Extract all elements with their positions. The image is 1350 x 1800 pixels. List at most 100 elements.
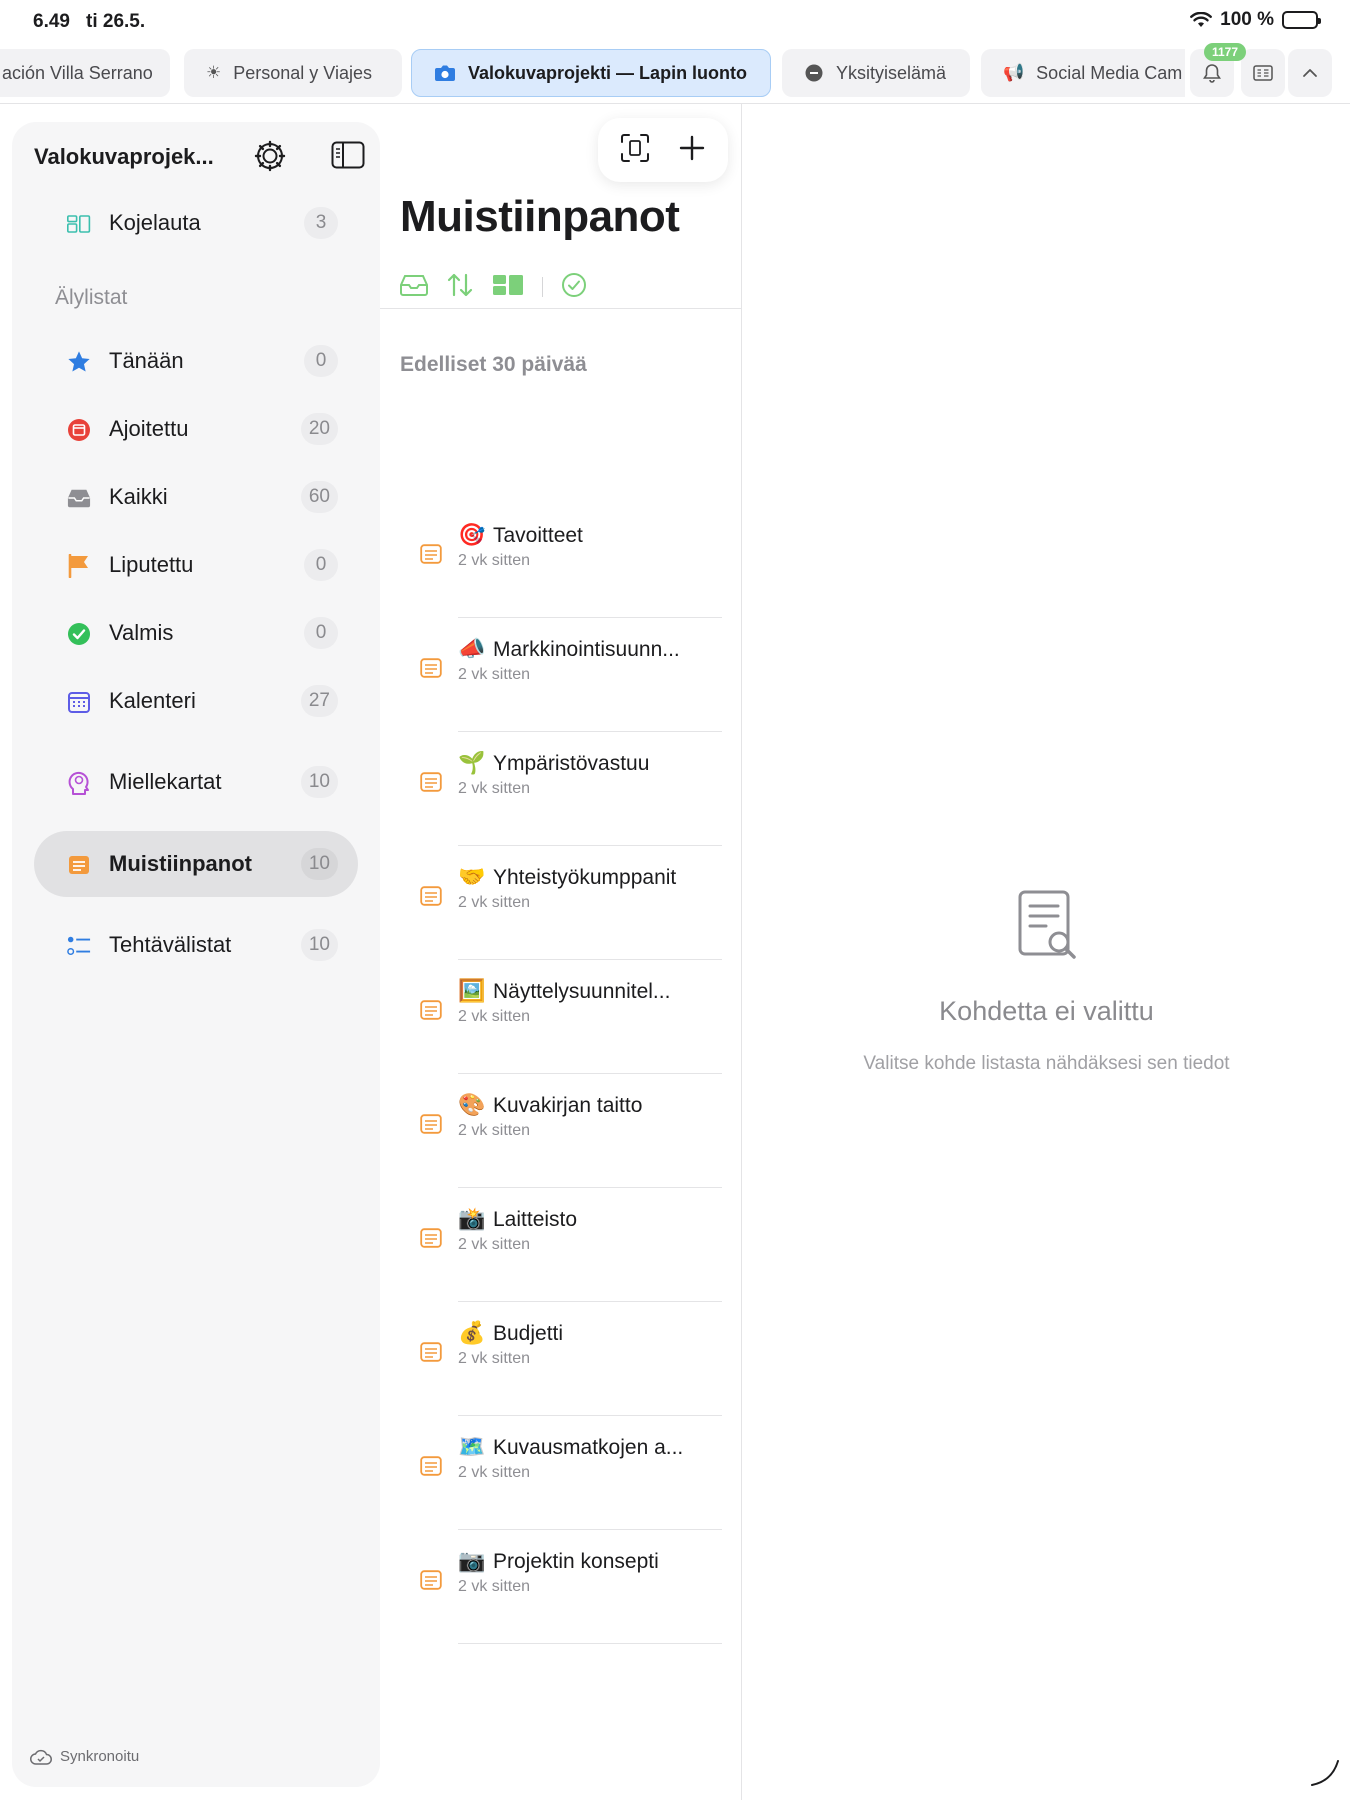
plus-icon xyxy=(679,135,705,160)
note-icon xyxy=(420,544,442,569)
project-title[interactable]: Valokuvaprojek... xyxy=(34,144,242,170)
filter-bar xyxy=(400,270,587,304)
note-emoji: 📷 xyxy=(458,1548,486,1573)
note-timestamp: 2 vk sitten xyxy=(458,1122,531,1139)
page-title: Muistiinpanot xyxy=(400,192,680,241)
sidebar-item-count: 0 xyxy=(304,549,338,581)
sidebar-item-today[interactable]: Tänään 0 xyxy=(34,328,358,394)
status-right: 100 % xyxy=(1190,9,1321,31)
tab-label: Yksityiselämä xyxy=(836,62,947,83)
sidebar-item-checklists[interactable]: Tehtävälistat 10 xyxy=(34,912,358,978)
note-emoji: 💰 xyxy=(458,1320,486,1345)
sync-label: Synkronoitu xyxy=(60,1748,140,1765)
sidebar-item-all[interactable]: Kaikki 60 xyxy=(34,464,358,530)
sort-button[interactable] xyxy=(446,273,474,302)
wifi-icon xyxy=(1190,12,1213,27)
sidebar-item-count: 0 xyxy=(304,617,338,649)
note-list-item[interactable]: 🎯 Tavoitteet 2 vk sitten xyxy=(380,504,742,618)
add-note-button[interactable] xyxy=(678,134,706,167)
check-circle-icon xyxy=(562,272,586,297)
tab-label: Valokuvaprojekti — Lapin luonto xyxy=(468,62,748,83)
tray-icon xyxy=(400,274,428,296)
grid-layout-icon xyxy=(493,274,523,295)
sidebar-item-flagged[interactable]: Liputettu 0 xyxy=(34,532,358,598)
note-list-item[interactable]: 📣 Markkinointisuunn... 2 vk sitten xyxy=(380,618,742,732)
notes-list-column: Muistiinpanot Edelliset 30 päivää 🎯 Tavoi… xyxy=(380,104,742,1800)
note-list-item[interactable]: 🎨 Kuvakirjan taitto 2 vk sitten xyxy=(380,1074,742,1188)
row-divider xyxy=(458,1643,722,1644)
note-list-item[interactable]: 🗺️ Kuvausmatkojen a... 2 vk sitten xyxy=(380,1416,742,1530)
note-list-item[interactable]: 📸 Laitteisto 2 vk sitten xyxy=(380,1188,742,1302)
sidebar-item-done[interactable]: Valmis 0 xyxy=(34,600,358,666)
battery-icon xyxy=(1282,11,1321,29)
chat-icon xyxy=(805,64,823,82)
scheduled-icon xyxy=(67,418,91,442)
note-title: Kuvausmatkojen a... xyxy=(493,1436,684,1459)
settings-button[interactable] xyxy=(254,140,286,177)
tab-social-media[interactable]: 📢 Social Media Cam xyxy=(981,49,1185,97)
note-list-item[interactable]: 💰 Budjetti 2 vk sitten xyxy=(380,1302,742,1416)
tray-icon xyxy=(67,486,91,510)
note-timestamp: 2 vk sitten xyxy=(458,780,531,797)
sidebar-item-scheduled[interactable]: Ajoitettu 20 xyxy=(34,396,358,462)
note-timestamp: 2 vk sitten xyxy=(458,1236,531,1253)
note-emoji: 🎯 xyxy=(458,522,486,547)
note-icon xyxy=(420,772,442,797)
sidebar-item-label: Kaikki xyxy=(109,484,168,509)
note-icon xyxy=(420,1000,442,1025)
note-icon xyxy=(420,1342,442,1367)
note-list-item[interactable]: 🌱 Ympäristövastuu 2 vk sitten xyxy=(380,732,742,846)
tab-yksityiselama[interactable]: Yksityiselämä xyxy=(782,49,970,97)
status-date: ti 26.5. xyxy=(86,11,146,32)
sidebar-item-count: 60 xyxy=(300,481,338,513)
note-title: Budjetti xyxy=(493,1322,564,1345)
star-icon xyxy=(67,350,91,374)
notification-count-badge: 1177 xyxy=(1204,43,1247,61)
scan-document-button[interactable] xyxy=(620,133,650,168)
sidebar-item-count: 10 xyxy=(300,848,338,880)
toggle-sidebar-button[interactable] xyxy=(331,141,365,174)
reader-button[interactable] xyxy=(1241,49,1285,97)
sync-status: Synkronoitu xyxy=(30,1748,139,1765)
note-list-item[interactable]: 🤝 Yhteistyökumppanit 2 vk sitten xyxy=(380,846,742,960)
scan-icon xyxy=(621,133,649,162)
checklist-icon xyxy=(67,934,91,958)
tab-valokuvaprojekti[interactable]: Valokuvaprojekti — Lapin luonto xyxy=(411,49,771,97)
sidebar-item-label: Kalenteri xyxy=(109,688,196,713)
sidebar-item-label: Kojelauta xyxy=(109,210,201,235)
note-title: Yhteistyökumppanit xyxy=(493,866,677,889)
note-timestamp: 2 vk sitten xyxy=(458,552,531,569)
tab-personal-viajes[interactable]: ☀ Personal y Viajes xyxy=(184,49,402,97)
sidebar-item-count: 3 xyxy=(304,207,338,239)
tab-villa-serrano[interactable]: ación Villa Serrano xyxy=(0,49,170,97)
note-emoji: 🗺️ xyxy=(458,1434,486,1459)
chevron-up-icon xyxy=(1303,69,1317,77)
sidebar-item-mindmaps[interactable]: Miellekartat 10 xyxy=(34,749,358,815)
note-title: Laitteisto xyxy=(493,1208,578,1231)
empty-state-subtitle: Valitse kohde listasta nähdäksesi sen ti… xyxy=(863,1053,1230,1074)
sun-icon: ☀ xyxy=(206,63,222,82)
status-bar: 6.49 ti 26.5. 100 % xyxy=(0,0,1350,44)
note-icon xyxy=(420,1570,442,1595)
resize-handle-icon[interactable] xyxy=(1308,1755,1342,1794)
note-list-item[interactable]: 📷 Projektin konsepti 2 vk sitten xyxy=(380,1530,742,1644)
note-list-item[interactable]: 🖼️ Näyttelysuunnitel... 2 vk sitten xyxy=(380,960,742,1074)
document-search-icon xyxy=(1018,890,1078,969)
show-completed-button[interactable] xyxy=(561,272,587,303)
sidebar-item-label: Tehtävälistat xyxy=(109,932,232,957)
note-icon xyxy=(420,886,442,911)
layout-button[interactable] xyxy=(492,274,524,301)
sidebar: Valokuvaprojek... Kojelauta 3 Älylistat … xyxy=(12,122,380,1787)
sidebar-item-calendar[interactable]: Kalenteri 27 xyxy=(34,668,358,734)
calendar-icon xyxy=(67,690,91,714)
collapse-tabs-button[interactable] xyxy=(1288,49,1332,97)
note-title: Projektin konsepti xyxy=(493,1550,659,1573)
note-timestamp: 2 vk sitten xyxy=(458,894,531,911)
sidebar-item-notes[interactable]: Muistiinpanot 10 xyxy=(34,831,358,897)
sidebar-item-dashboard[interactable]: Kojelauta 3 xyxy=(34,190,358,256)
note-emoji: 🌱 xyxy=(458,750,486,775)
gear-icon xyxy=(254,140,286,172)
camera-icon xyxy=(435,65,455,81)
inbox-filter-button[interactable] xyxy=(400,274,428,301)
note-title: Markkinointisuunn... xyxy=(493,638,680,661)
